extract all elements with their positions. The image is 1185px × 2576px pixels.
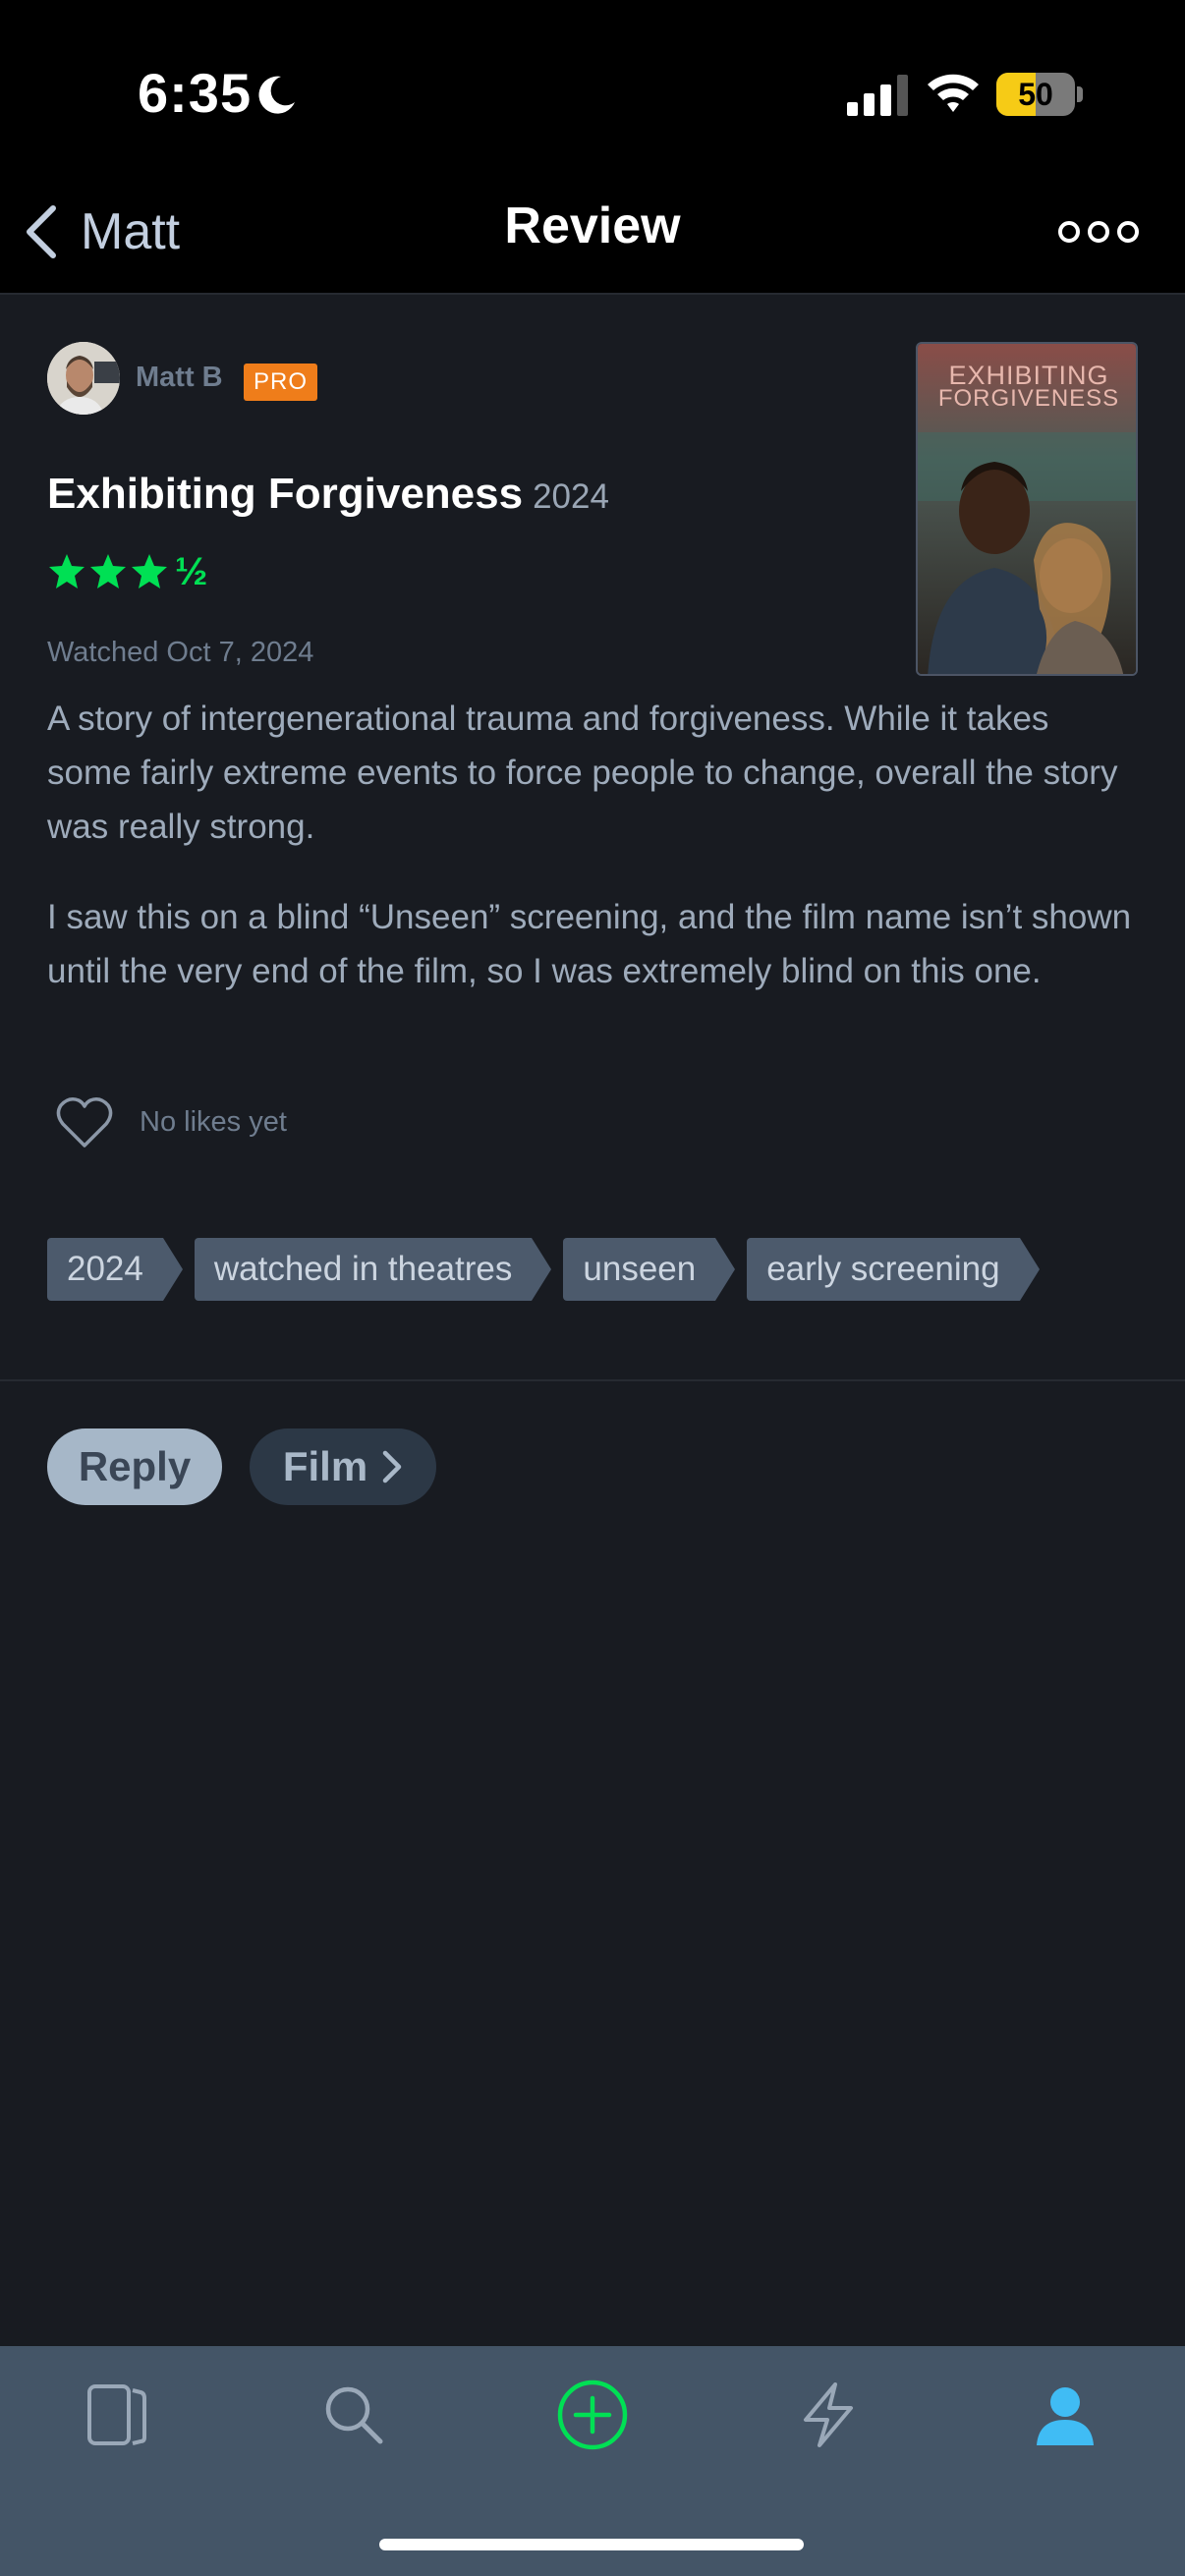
avatar[interactable] (47, 342, 120, 415)
film-year[interactable]: 2024 (533, 477, 609, 517)
film-title-row[interactable]: Exhibiting Forgiveness 2024 (47, 470, 609, 519)
add-icon (557, 2380, 628, 2450)
tab-activity[interactable] (789, 2376, 868, 2454)
back-button[interactable]: Matt (22, 193, 180, 271)
review-paragraph: I saw this on a blind “Unseen” screening… (47, 898, 1132, 990)
film-title[interactable]: Exhibiting Forgiveness (47, 470, 523, 519)
tab-profile[interactable] (1026, 2376, 1104, 2454)
chevron-left-icon (27, 205, 56, 258)
ellipsis-icon[interactable] (1057, 212, 1140, 252)
tag-list: 2024 watched in theatres unseen early sc… (47, 1238, 1040, 1301)
tab-films[interactable] (79, 2376, 157, 2454)
battery-percent: 50 (1018, 77, 1053, 112)
signal-icon (847, 75, 908, 116)
tag[interactable]: watched in theatres (194, 1238, 551, 1301)
review-paragraph: A story of intergenerational trauma and … (47, 700, 1118, 846)
reply-button[interactable]: Reply (47, 1428, 222, 1505)
tag[interactable]: 2024 (47, 1238, 183, 1301)
star-icon (132, 554, 167, 588)
reply-label: Reply (78, 1443, 192, 1489)
likes-row: No likes yet (55, 1092, 287, 1151)
tab-add[interactable] (553, 2376, 632, 2454)
films-icon (87, 2384, 146, 2445)
star-icon (49, 554, 85, 588)
battery-icon: 50 (996, 73, 1083, 116)
star-icon (90, 554, 126, 588)
wifi-icon (928, 74, 979, 112)
tag[interactable]: early screening (747, 1238, 1040, 1301)
back-label: Matt (81, 203, 181, 260)
poster-title: EXHIBITING FORGIVENESS (937, 361, 1120, 412)
pro-badge: PRO (244, 364, 318, 401)
status-time: 6:35 (138, 62, 253, 124)
film-poster[interactable]: EXHIBITING FORGIVENESS (916, 342, 1138, 676)
top-bar: 6:35 50 Matt Review (0, 0, 1185, 295)
chevron-right-icon (382, 1450, 402, 1484)
divider (0, 293, 1185, 295)
author-name[interactable]: Matt B (136, 362, 223, 394)
watched-date: Watched Oct 7, 2024 (47, 637, 314, 668)
activity-icon (804, 2382, 853, 2447)
rating-stars: ½ (47, 550, 207, 593)
half-star: ½ (175, 550, 208, 593)
tag[interactable]: unseen (563, 1238, 736, 1301)
film-label: Film (282, 1443, 368, 1489)
search-icon (325, 2386, 383, 2444)
divider (0, 1379, 1185, 1381)
film-button[interactable]: Film (250, 1428, 436, 1505)
tab-search[interactable] (314, 2376, 393, 2454)
likes-text: No likes yet (140, 1105, 287, 1138)
home-indicator[interactable] (379, 2539, 804, 2550)
profile-icon (1037, 2387, 1094, 2445)
moon-icon (258, 76, 295, 114)
heart-icon[interactable] (55, 1094, 114, 1149)
